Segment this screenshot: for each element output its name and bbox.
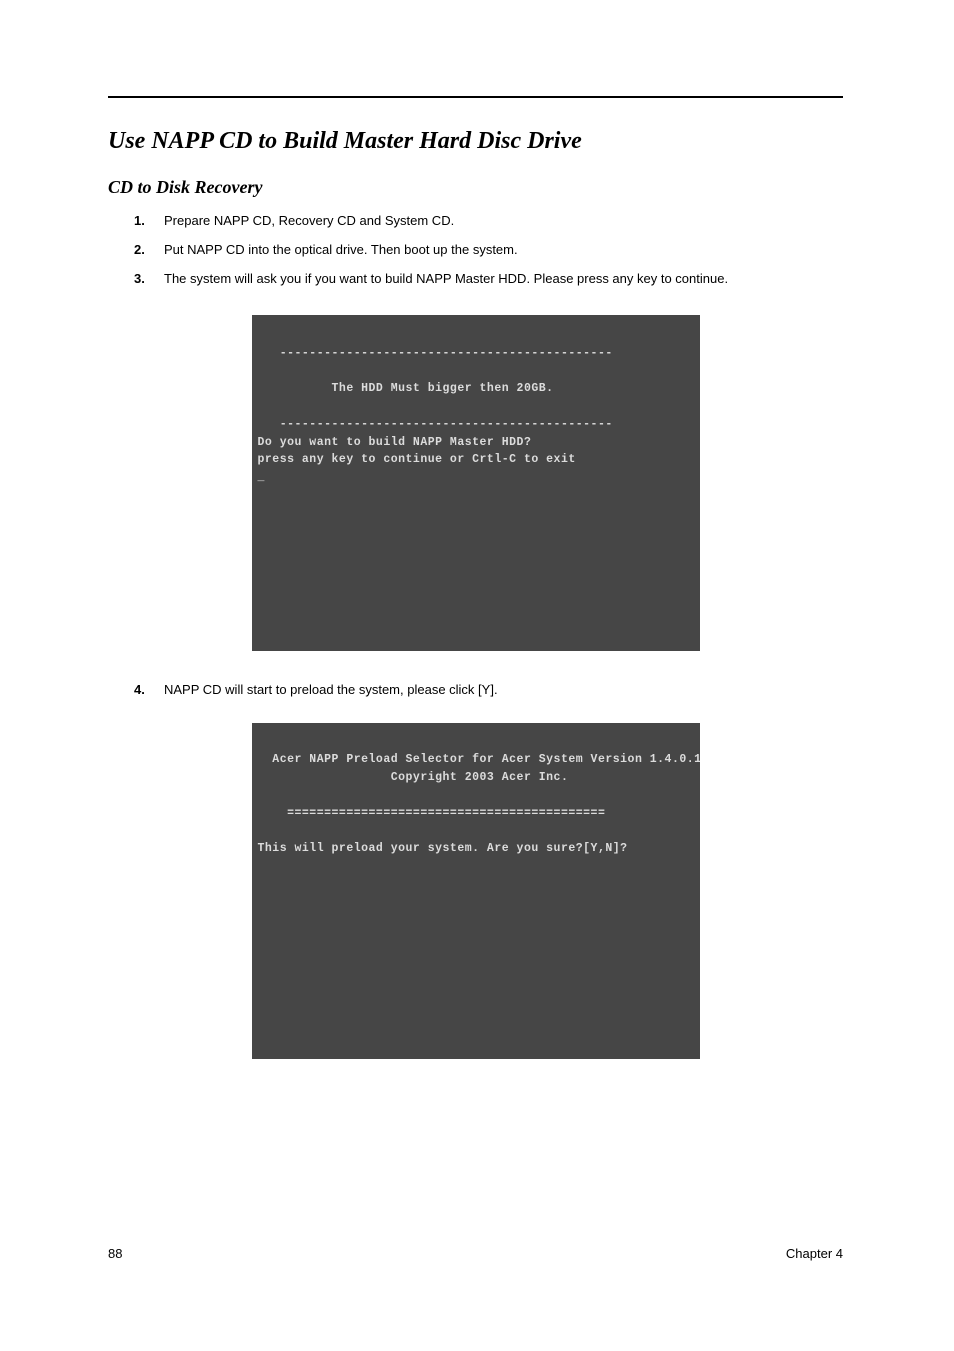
terminal-screenshot-2: Acer NAPP Preload Selector for Acer Syst… <box>252 723 700 1059</box>
terminal-line: Acer NAPP Preload Selector for Acer Syst… <box>258 753 700 766</box>
terminal-line: The HDD Must bigger then 20GB. <box>258 382 554 395</box>
list-item: 2. Put NAPP CD into the optical drive. T… <box>134 241 843 260</box>
heading-1: Use NAPP CD to Build Master Hard Disc Dr… <box>108 128 843 155</box>
terminal-screenshot-1: ----------------------------------------… <box>252 315 700 651</box>
step-number: 1. <box>134 212 145 231</box>
terminal-line: This will preload your system. Are you s… <box>258 842 628 855</box>
terminal-line: Do you want to build NAPP Master HDD? <box>258 436 532 449</box>
terminal-cursor: _ <box>258 471 265 484</box>
terminal-line: Copyright 2003 Acer Inc. <box>258 771 569 784</box>
header-rule <box>108 96 843 98</box>
terminal-line: ========================================… <box>258 807 606 820</box>
step-list: 1. Prepare NAPP CD, Recovery CD and Syst… <box>108 212 843 289</box>
step-text: NAPP CD will start to preload the system… <box>164 682 498 697</box>
terminal-line: ----------------------------------------… <box>258 418 613 431</box>
terminal-line: press any key to continue or Crtl-C to e… <box>258 453 576 466</box>
step-number: 3. <box>134 270 145 289</box>
page-number: 88 <box>108 1246 122 1261</box>
step-text: Put NAPP CD into the optical drive. Then… <box>164 242 518 257</box>
heading-2: CD to Disk Recovery <box>108 177 843 198</box>
list-item: 3. The system will ask you if you want t… <box>134 270 843 289</box>
list-item: 1. Prepare NAPP CD, Recovery CD and Syst… <box>134 212 843 231</box>
page-footer: 88 Chapter 4 <box>108 1246 843 1261</box>
chapter-label: Chapter 4 <box>786 1246 843 1261</box>
content-area: Use NAPP CD to Build Master Hard Disc Dr… <box>108 120 843 1089</box>
step-text: Prepare NAPP CD, Recovery CD and System … <box>164 213 454 228</box>
list-item: 4. NAPP CD will start to preload the sys… <box>134 681 843 700</box>
step-number: 2. <box>134 241 145 260</box>
document-page: Use NAPP CD to Build Master Hard Disc Dr… <box>0 0 954 1351</box>
step-text: The system will ask you if you want to b… <box>164 271 728 286</box>
terminal-line: ----------------------------------------… <box>258 347 613 360</box>
step-list-2: 4. NAPP CD will start to preload the sys… <box>108 681 843 700</box>
step-number: 4. <box>134 681 145 700</box>
